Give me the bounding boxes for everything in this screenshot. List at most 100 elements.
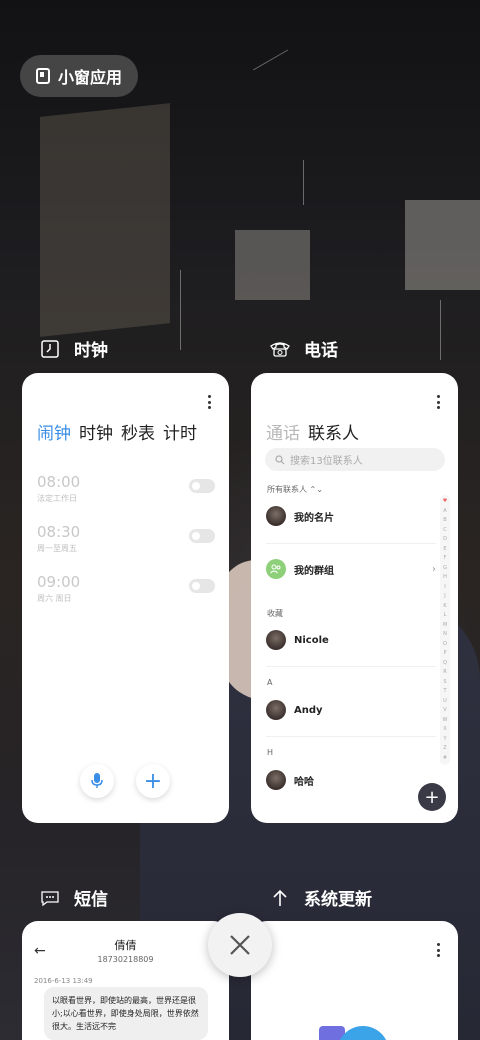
clock-tabs: 闹钟 时钟 秒表 计时	[37, 419, 197, 444]
my-groups-label: 我的群组	[294, 565, 334, 577]
update-arrow-icon	[268, 886, 292, 910]
tab-clock[interactable]: 时钟	[79, 419, 113, 444]
alphabet-index[interactable]: ♥ A B C D E F G H I J K L M N O P Q R S T U V W X Y Z #	[440, 495, 450, 765]
divider	[266, 543, 436, 544]
alarm-item[interactable]: 09:00 周六 周日	[37, 573, 215, 604]
alarm-toggle[interactable]	[189, 479, 215, 493]
alphabet-index-letter[interactable]: R	[443, 670, 446, 675]
alphabet-index-letter[interactable]: J	[444, 594, 445, 599]
alphabet-index-letter[interactable]: E	[443, 546, 446, 552]
all-contacts-label: 所有联系人	[267, 485, 307, 494]
more-options-icon[interactable]	[436, 395, 440, 409]
alphabet-index-letter[interactable]: A	[443, 508, 446, 514]
tab-alarm[interactable]: 闹钟	[37, 419, 71, 444]
clock-app-header[interactable]: 时钟	[38, 336, 108, 361]
avatar	[266, 770, 286, 790]
rain-streak	[303, 160, 304, 205]
contact-item[interactable]: Andy	[266, 700, 436, 720]
alphabet-index-letter[interactable]: ♥	[443, 499, 447, 504]
sms-app-title: 短信	[74, 890, 108, 910]
voice-alarm-button[interactable]	[80, 764, 114, 798]
update-app-title: 系统更新	[304, 890, 372, 910]
alphabet-index-letter[interactable]: Y	[443, 736, 446, 742]
alphabet-index-letter[interactable]: G	[443, 565, 447, 571]
phone-tabs: 通话 联系人	[266, 419, 359, 444]
alphabet-index-letter[interactable]: Q	[443, 660, 447, 666]
tab-stopwatch[interactable]: 秒表	[121, 419, 155, 444]
alphabet-index-letter[interactable]: C	[443, 527, 447, 533]
clock-app-title: 时钟	[74, 341, 108, 361]
add-alarm-button[interactable]: +	[136, 764, 170, 798]
add-contact-button[interactable]: +	[418, 783, 446, 811]
alphabet-index-letter[interactable]: T	[443, 689, 446, 694]
contact-number: 18730218809	[97, 955, 154, 964]
all-contacts-filter[interactable]: 所有联系人 ⌃⌄	[267, 484, 323, 495]
alphabet-index-letter[interactable]: P	[443, 651, 446, 656]
alphabet-index-letter[interactable]: O	[443, 641, 447, 647]
my-groups-item[interactable]: 我的群组 ›	[266, 559, 436, 579]
message-date: 2016-6-13 13:49	[34, 977, 93, 985]
avatar	[266, 630, 286, 650]
tab-timer[interactable]: 计时	[163, 419, 197, 444]
clear-all-button[interactable]	[208, 913, 272, 977]
small-window-button[interactable]: 小窗应用	[20, 55, 138, 97]
alarm-item[interactable]: 08:30 周一至周五	[37, 523, 215, 554]
contact-name: 哈哈	[294, 776, 314, 788]
phone-app-card[interactable]: 通话 联系人 搜索13位联系人 所有联系人 ⌃⌄ 我的名片 我的群组 › 收藏 …	[251, 373, 458, 823]
sms-app-header[interactable]: 短信	[38, 885, 108, 910]
alphabet-index-letter[interactable]: F	[444, 556, 447, 561]
alphabet-index-letter[interactable]: V	[443, 708, 446, 713]
rain-streak	[252, 49, 289, 71]
phone-icon	[268, 337, 292, 361]
alphabet-index-letter[interactable]: I	[444, 584, 445, 590]
search-icon	[275, 454, 285, 464]
small-window-label: 小窗应用	[58, 68, 123, 87]
alphabet-index-letter[interactable]: W	[443, 717, 448, 723]
clock-icon	[38, 337, 62, 361]
alphabet-index-letter[interactable]: H	[443, 575, 447, 580]
alarm-toggle[interactable]	[189, 579, 215, 593]
alarm-time: 08:30	[37, 523, 81, 541]
alarm-time: 09:00	[37, 573, 81, 591]
contact-item[interactable]: 哈哈	[266, 770, 436, 790]
wall-panel	[40, 103, 170, 337]
alphabet-index-letter[interactable]: M	[443, 622, 447, 628]
phone-app-title: 电话	[304, 341, 338, 361]
more-options-icon[interactable]	[436, 943, 440, 957]
alphabet-index-letter[interactable]: X	[443, 727, 446, 732]
alarm-repeat: 法定工作日	[37, 494, 77, 503]
contact-item[interactable]: Nicole	[266, 630, 436, 650]
alphabet-index-letter[interactable]: B	[443, 518, 446, 523]
alphabet-index-letter[interactable]: N	[443, 632, 447, 637]
conversation-header: 倩倩 18730218809	[22, 937, 229, 964]
more-options-icon[interactable]	[207, 395, 211, 409]
alphabet-index-letter[interactable]: K	[443, 603, 446, 609]
wall-paper	[235, 230, 310, 300]
alarm-item[interactable]: 08:00 法定工作日	[37, 473, 215, 504]
phone-app-header[interactable]: 电话	[268, 336, 338, 361]
sms-app-card[interactable]: ← 倩倩 18730218809 2016-6-13 13:49 以眼看世界，即…	[22, 921, 229, 1040]
alarm-toggle[interactable]	[189, 529, 215, 543]
section-header: A	[267, 678, 273, 687]
tab-calls[interactable]: 通话	[266, 419, 300, 444]
alphabet-index-letter[interactable]: Z	[443, 746, 446, 751]
my-card-item[interactable]: 我的名片	[266, 506, 436, 526]
plus-icon: +	[143, 768, 163, 794]
update-app-card[interactable]	[251, 921, 458, 1040]
clock-app-card[interactable]: 闹钟 时钟 秒表 计时 08:00 法定工作日 08:30 周一至周五 09:0…	[22, 373, 229, 823]
chevron-right-icon: ›	[432, 563, 436, 575]
tab-contacts[interactable]: 联系人	[308, 419, 359, 444]
plus-icon: +	[424, 786, 440, 808]
update-app-header[interactable]: 系统更新	[268, 885, 372, 910]
avatar	[266, 506, 286, 526]
alphabet-index-letter[interactable]: U	[443, 698, 447, 704]
contact-name: Andy	[294, 704, 323, 716]
alarm-repeat: 周六 周日	[37, 594, 72, 603]
alphabet-index-letter[interactable]: #	[443, 755, 447, 761]
alphabet-index-letter[interactable]: S	[443, 679, 446, 685]
divider	[266, 666, 436, 667]
alphabet-index-letter[interactable]: D	[443, 537, 447, 542]
contact-search-input[interactable]: 搜索13位联系人	[265, 448, 445, 471]
alphabet-index-letter[interactable]: L	[444, 613, 447, 618]
avatar	[266, 700, 286, 720]
